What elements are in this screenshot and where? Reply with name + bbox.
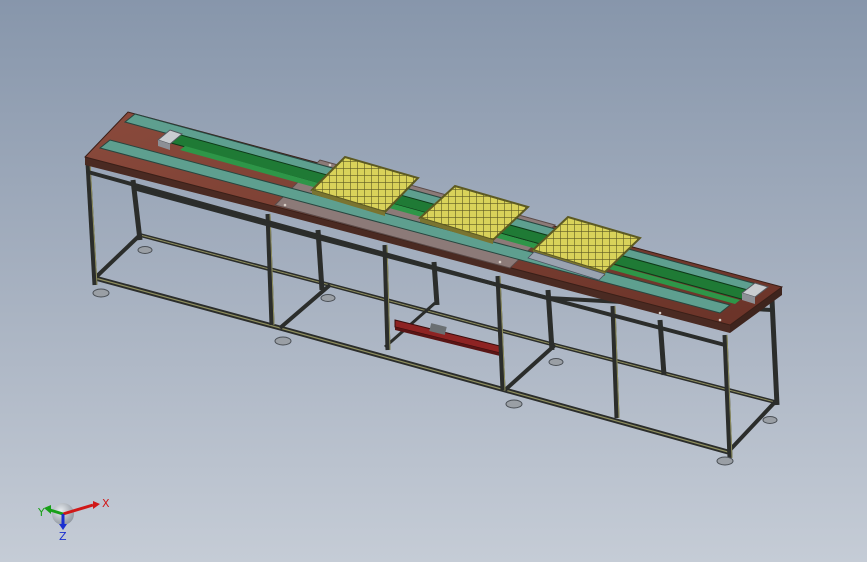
cad-viewport[interactable]: X Y Z bbox=[0, 0, 867, 562]
z-axis-label: Z bbox=[59, 530, 67, 543]
x-axis-label: X bbox=[102, 497, 110, 510]
x-axis-head bbox=[93, 501, 100, 509]
y-axis-head bbox=[44, 505, 51, 514]
y-axis-label: Y bbox=[37, 506, 45, 519]
orientation-triad[interactable]: X Y Z bbox=[30, 488, 120, 548]
conveyor-machine-model[interactable] bbox=[0, 0, 867, 562]
